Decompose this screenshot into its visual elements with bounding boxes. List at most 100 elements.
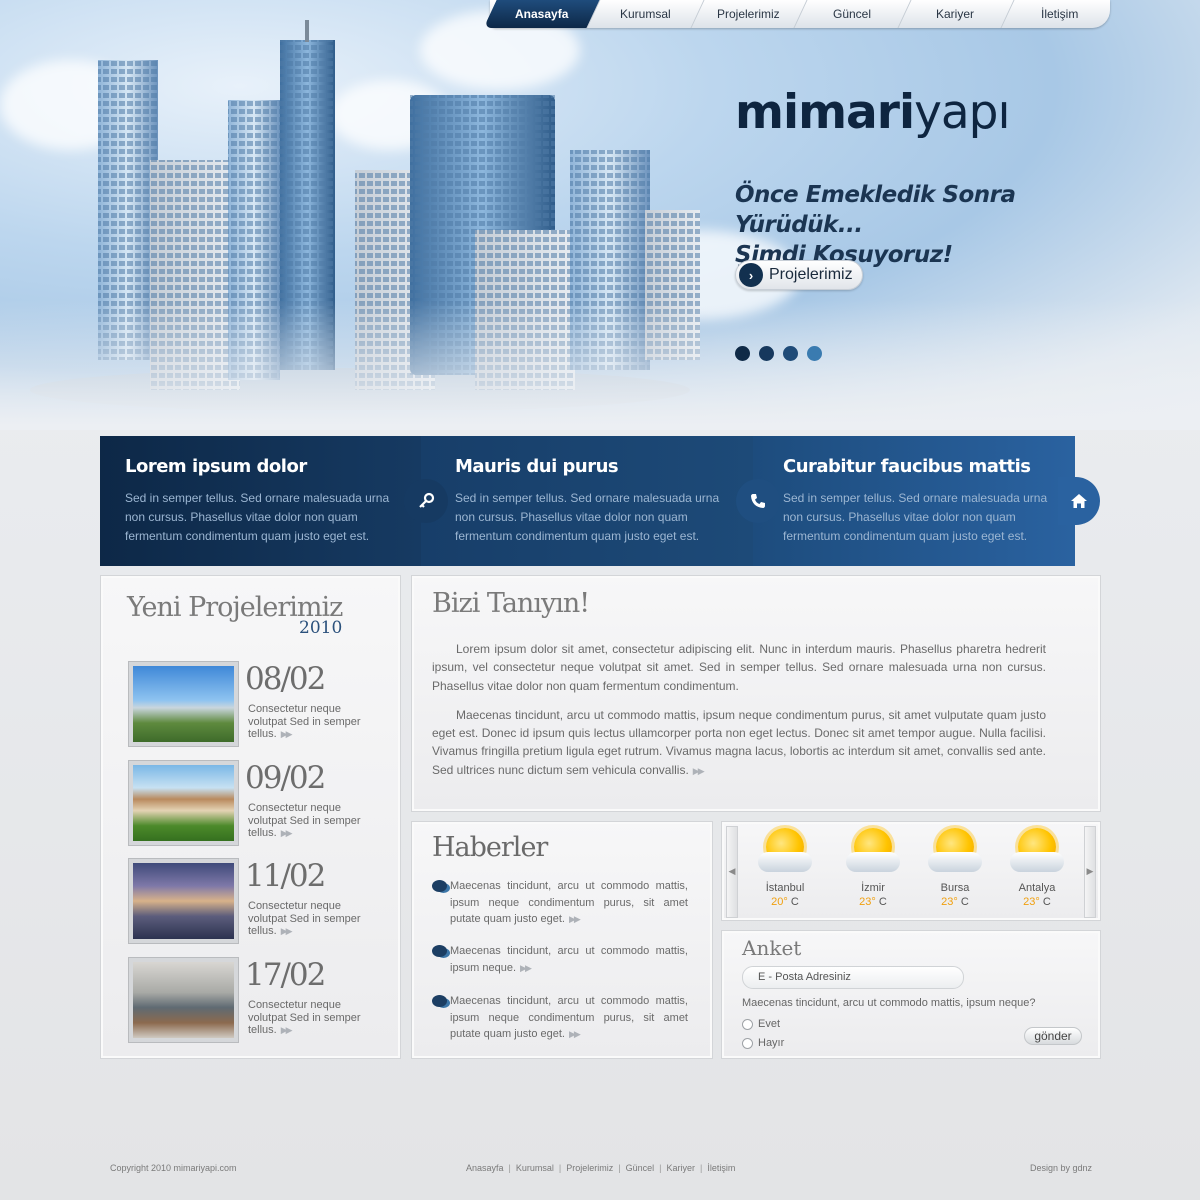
project-date: 09/02 xyxy=(245,760,326,796)
poll-panel: Anket E - Posta Adresiniz Maecenas tinci… xyxy=(721,930,1101,1059)
weather-city: İstanbul 20° C xyxy=(749,826,821,908)
footer-link[interactable]: Anasayfa xyxy=(466,1163,504,1173)
feature-text: Sed in semper tellus. Sed ornare malesua… xyxy=(125,491,390,543)
project-item[interactable]: 11/02 Consectetur neque volutpat Sed in … xyxy=(128,858,388,944)
speech-bubble-icon xyxy=(432,995,447,1007)
nav-label: Kariyer xyxy=(936,7,975,21)
project-item[interactable]: 08/02 Consectetur neque volutpat Sed in … xyxy=(128,661,388,747)
site-logo[interactable]: mimariyapı xyxy=(735,85,1011,140)
news-panel: Haberler Maecenas tincidunt, arcu ut com… xyxy=(411,821,713,1059)
hero-tagline: Önce Emekledik Sonra Yürüdük... Şimdi Ko… xyxy=(735,180,1135,270)
slider-dot-3[interactable] xyxy=(783,346,798,361)
project-text: Consectetur neque volutpat Sed in semper… xyxy=(248,802,361,839)
project-item[interactable]: 09/02 Consectetur neque volutpat Sed in … xyxy=(128,760,388,846)
sun-cloud-icon xyxy=(926,826,984,876)
more-arrow-icon[interactable]: ▶▶ xyxy=(569,1029,581,1039)
nav-item-projelerimiz[interactable]: Projelerimiz xyxy=(690,0,808,28)
news-title: Haberler xyxy=(432,832,548,863)
project-date: 11/02 xyxy=(245,858,326,894)
logo-bold-text: mimari xyxy=(735,85,915,140)
news-item[interactable]: Maecenas tincidunt, arcu ut commodo matt… xyxy=(432,878,688,928)
more-arrow-icon[interactable]: ▶▶ xyxy=(281,926,293,936)
city-temp: 23° C xyxy=(941,896,969,908)
nav-label: Güncel xyxy=(832,7,871,21)
project-item[interactable]: 17/02 Consectetur neque volutpat Sed in … xyxy=(128,957,388,1043)
nav-item-kurumsal[interactable]: Kurumsal xyxy=(586,0,704,28)
footer-link[interactable]: İletişim xyxy=(707,1163,735,1173)
sun-cloud-icon xyxy=(1008,826,1066,876)
submit-button[interactable]: gönder xyxy=(1024,1027,1082,1045)
weather-prev-button[interactable]: ◀ xyxy=(726,826,738,918)
feature-strip: Lorem ipsum dolor Sed in semper tellus. … xyxy=(100,436,1075,566)
slider-dot-4[interactable] xyxy=(807,346,822,361)
footer-nav: Anasayfa | Kurumsal | Projelerimiz | Güncel… xyxy=(466,1163,736,1173)
more-arrow-icon[interactable]: ▶▶ xyxy=(520,963,532,973)
more-arrow-icon[interactable]: ▶▶ xyxy=(281,828,293,838)
news-item[interactable]: Maecenas tincidunt, arcu ut commodo matt… xyxy=(432,993,688,1043)
city-temp: 20° C xyxy=(771,896,799,908)
project-thumbnail[interactable] xyxy=(128,760,239,846)
about-paragraph: Maecenas tincidunt, arcu ut commodo matt… xyxy=(432,707,1046,777)
footer-credit: Design by gdnz xyxy=(1030,1163,1093,1173)
city-name: Bursa xyxy=(940,882,970,894)
project-date: 08/02 xyxy=(245,661,326,697)
footer-copyright: Copyright 2010 mimariyapi.com xyxy=(110,1163,237,1173)
more-arrow-icon[interactable]: ▶▶ xyxy=(281,729,293,739)
weather-panel: ◀ ▶ İstanbul 20° C İzmir 23° C Bursa 23°… xyxy=(721,821,1101,921)
nav-item-anasayfa[interactable]: Anasayfa xyxy=(483,0,601,28)
feature-title: Lorem ipsum dolor xyxy=(125,456,307,477)
slider-dot-2[interactable] xyxy=(759,346,774,361)
slider-dot-1[interactable] xyxy=(735,346,750,361)
sun-cloud-icon xyxy=(844,826,902,876)
poll-option-yes[interactable]: Evet xyxy=(742,1018,780,1030)
feature-box-3[interactable]: Curabitur faucibus mattis Sed in semper … xyxy=(753,436,1075,566)
footer-link[interactable]: Kurumsal xyxy=(516,1163,554,1173)
feature-box-1[interactable]: Lorem ipsum dolor Sed in semper tellus. … xyxy=(100,436,421,566)
feature-title: Curabitur faucibus mattis xyxy=(783,456,1031,477)
project-thumbnail[interactable] xyxy=(128,858,239,944)
tagline-line1: Önce Emekledik Sonra Yürüdük... xyxy=(735,182,1016,238)
slider-dots xyxy=(735,346,822,361)
feature-text: Sed in semper tellus. Sed ornare malesua… xyxy=(455,491,720,543)
projects-year: 2010 xyxy=(299,618,343,638)
poll-option-no[interactable]: Hayır xyxy=(742,1037,784,1049)
poll-question: Maecenas tincidunt, arcu ut commodo matt… xyxy=(742,997,1036,1009)
key-icon xyxy=(404,479,448,523)
about-panel: Bizi Tanıyın! Lorem ipsum dolor sit amet… xyxy=(411,575,1101,812)
email-field[interactable]: E - Posta Adresiniz xyxy=(742,966,964,989)
feature-title: Mauris dui purus xyxy=(455,456,619,477)
radio-button[interactable] xyxy=(742,1037,753,1049)
project-thumbnail[interactable] xyxy=(128,661,239,747)
poll-title: Anket xyxy=(742,936,802,960)
about-paragraph: Lorem ipsum dolor sit amet, consectetur … xyxy=(432,642,1046,693)
weather-city: Antalya 23° C xyxy=(1001,826,1073,908)
more-arrow-icon[interactable]: ▶▶ xyxy=(693,766,705,776)
nav-item-guncel[interactable]: Güncel xyxy=(793,0,911,28)
chevron-left-icon: ◀ xyxy=(728,867,736,877)
radio-button[interactable] xyxy=(742,1018,753,1030)
project-date: 17/02 xyxy=(245,957,326,993)
project-text: Consectetur neque volutpat Sed in semper… xyxy=(248,703,361,740)
more-arrow-icon[interactable]: ▶▶ xyxy=(569,914,581,924)
project-text: Consectetur neque volutpat Sed in semper… xyxy=(248,900,361,937)
projects-button[interactable]: › Projelerimiz xyxy=(735,260,863,290)
phone-icon xyxy=(736,479,780,523)
feature-text: Sed in semper tellus. Sed ornare malesua… xyxy=(783,491,1048,543)
footer-link[interactable]: Kariyer xyxy=(666,1163,695,1173)
footer-link[interactable]: Projelerimiz xyxy=(566,1163,613,1173)
project-text: Consectetur neque volutpat Sed in semper… xyxy=(248,999,361,1036)
city-temp: 23° C xyxy=(859,896,887,908)
project-thumbnail[interactable] xyxy=(128,957,239,1043)
feature-box-2[interactable]: Mauris dui purus Sed in semper tellus. S… xyxy=(421,436,753,566)
speech-bubble-icon xyxy=(432,945,447,957)
about-title: Bizi Tanıyın! xyxy=(432,588,590,619)
news-item[interactable]: Maecenas tincidunt, arcu ut commodo matt… xyxy=(432,943,688,976)
weather-next-button[interactable]: ▶ xyxy=(1084,826,1096,918)
nav-label: Anasayfa xyxy=(514,7,568,21)
more-arrow-icon[interactable]: ▶▶ xyxy=(281,1025,293,1035)
nav-item-kariyer[interactable]: Kariyer xyxy=(897,0,1015,28)
footer-link[interactable]: Güncel xyxy=(626,1163,655,1173)
projects-button-label: Projelerimiz xyxy=(769,266,853,283)
nav-item-iletisim[interactable]: İletişim xyxy=(1001,0,1117,28)
weather-city: İzmir 23° C xyxy=(837,826,909,908)
